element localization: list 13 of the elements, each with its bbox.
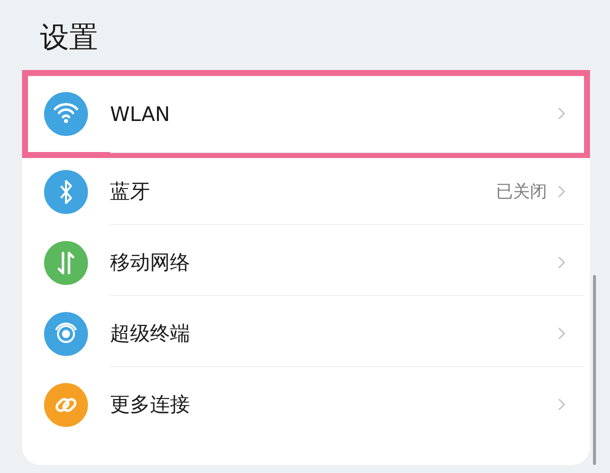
row-label: 超级终端 — [110, 320, 191, 346]
chevron-icon — [557, 106, 566, 121]
row-label: 更多连接 — [110, 391, 191, 418]
row-label: 蓝牙 — [110, 178, 151, 204]
chevron-icon — [557, 254, 566, 270]
row-label: WLAN — [110, 102, 172, 126]
chevron-icon — [557, 397, 566, 412]
status-text: 已关闭 — [496, 180, 547, 202]
settings-row[interactable]: WLAN — [22, 70, 590, 158]
row-label: 移动网络 — [110, 248, 191, 276]
page-title: 设置 — [39, 19, 99, 56]
chevron-icon — [557, 184, 566, 198]
chevron-icon — [557, 326, 566, 340]
